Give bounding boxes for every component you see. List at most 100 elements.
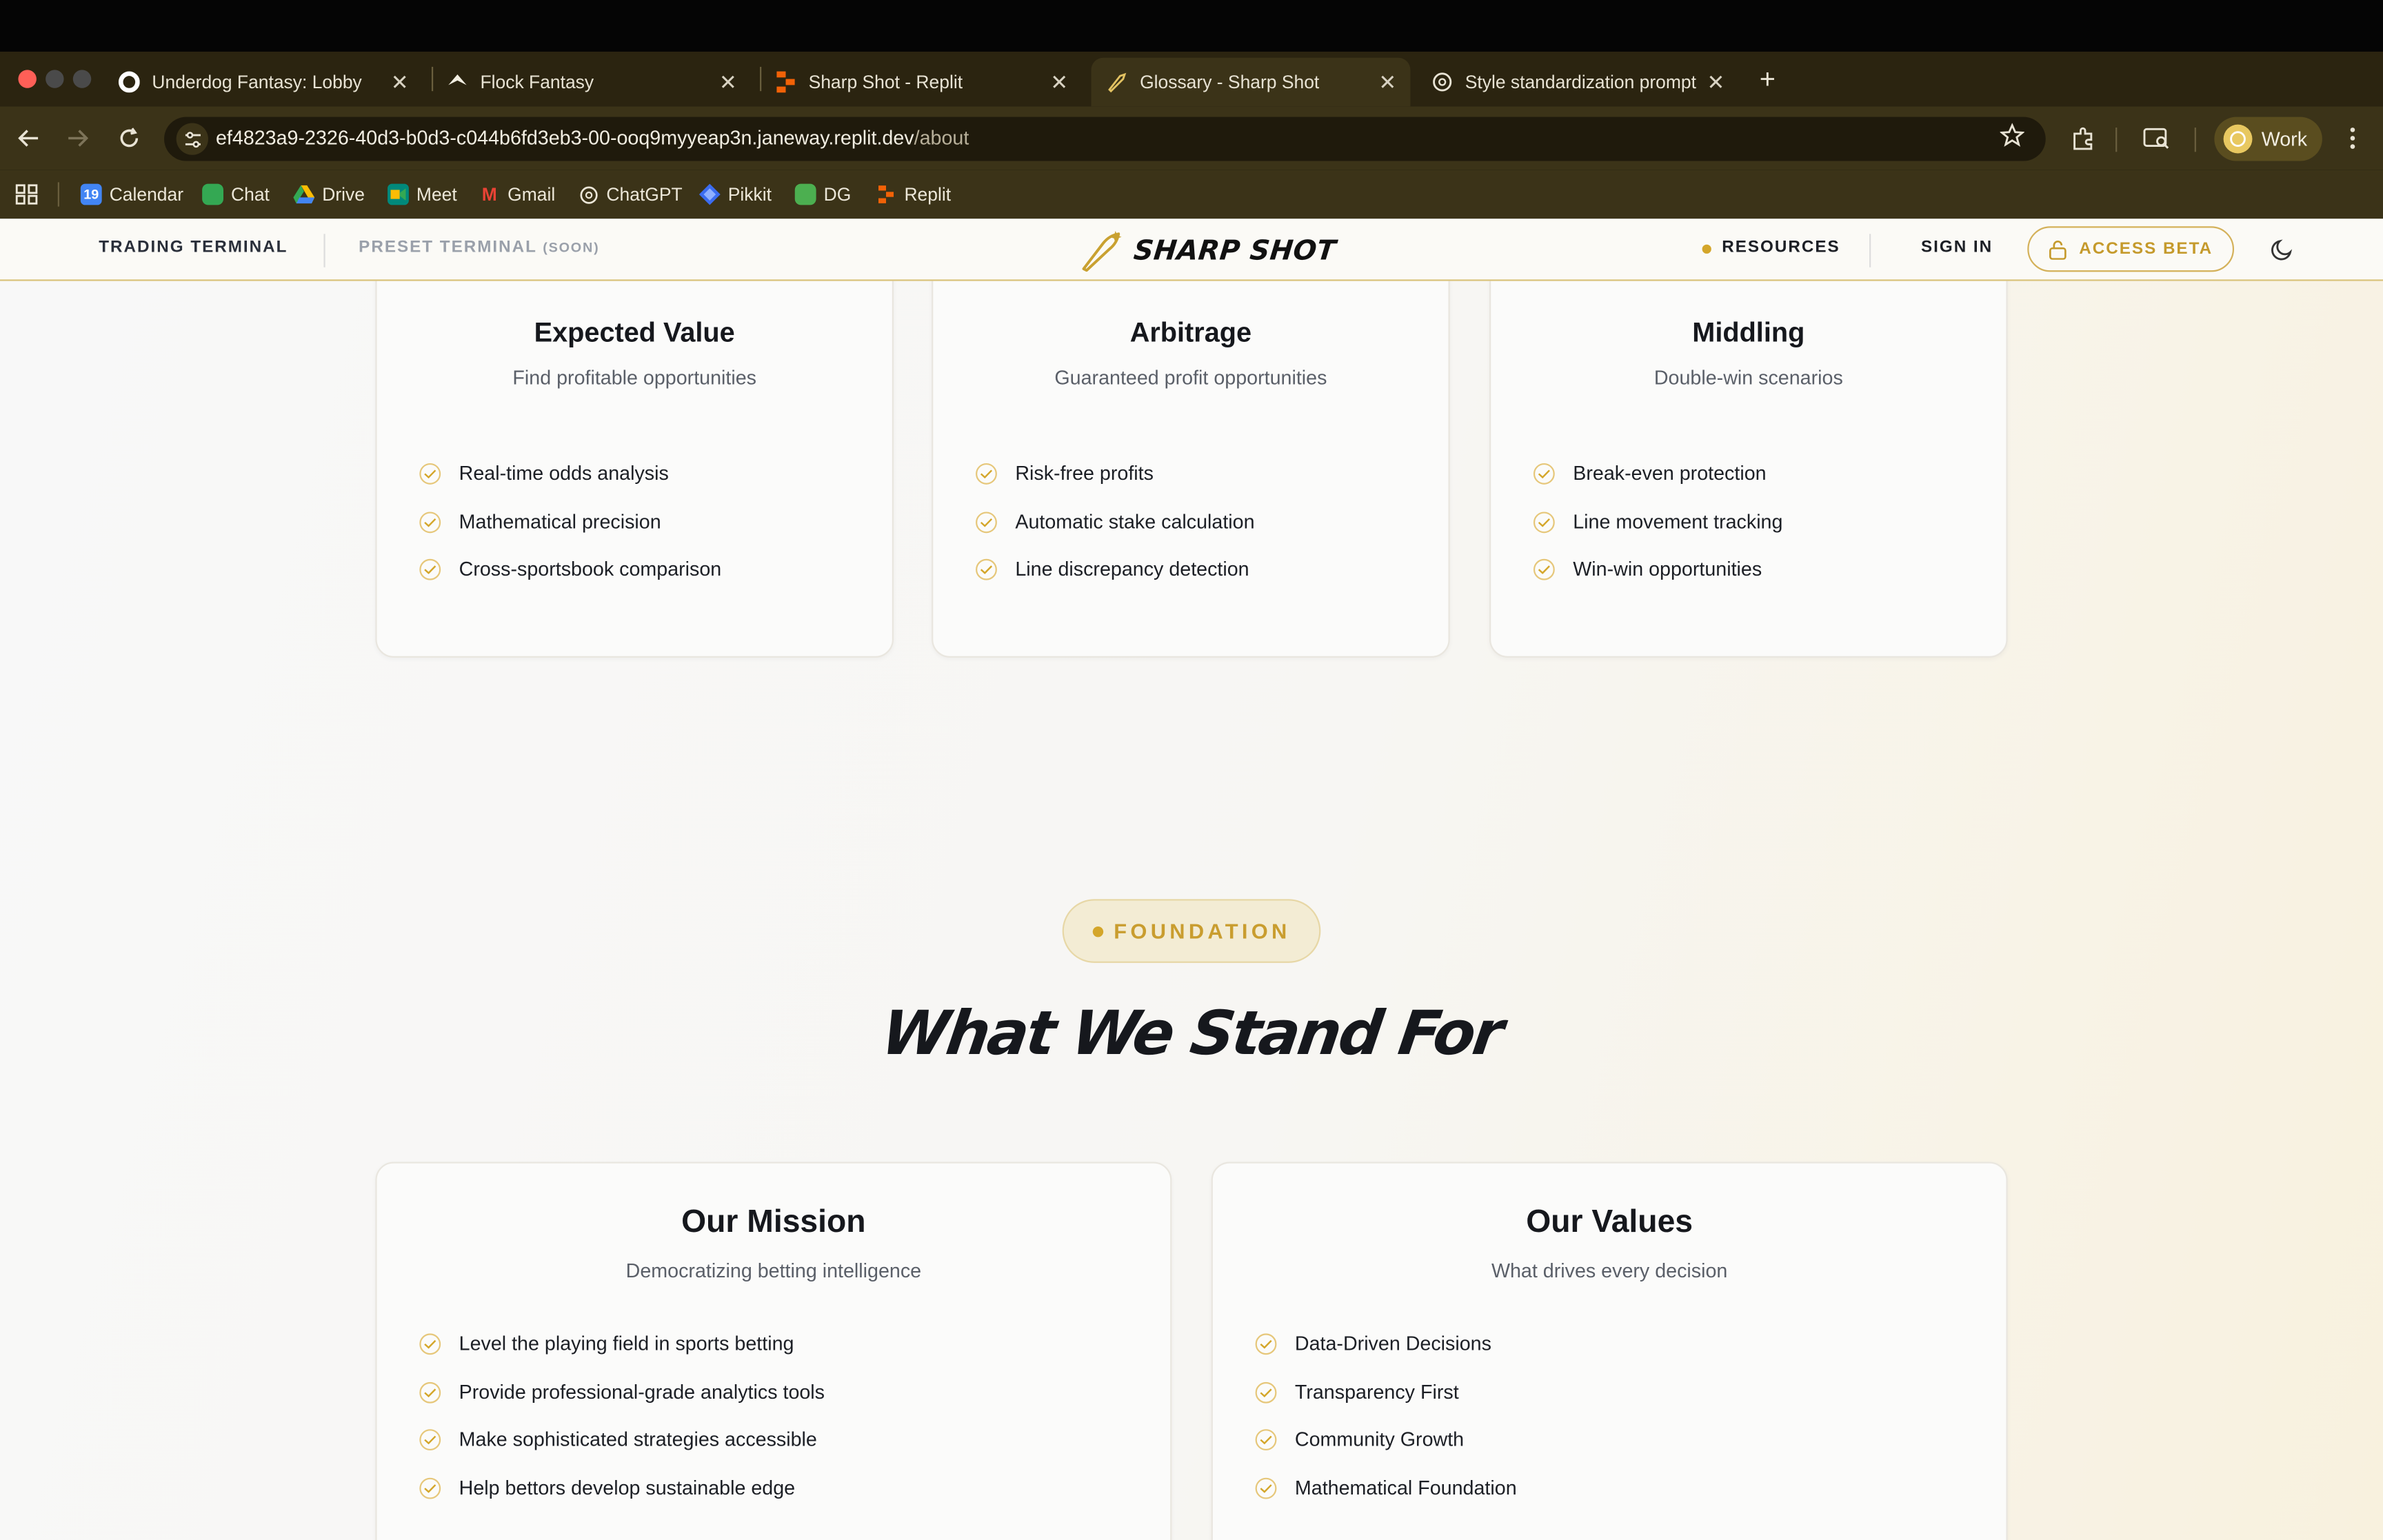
forward-button[interactable] (61, 121, 94, 154)
card-title: Expected Value (534, 317, 735, 348)
new-tab-button[interactable]: + (1754, 62, 1782, 95)
theme-toggle-moon-icon[interactable] (2271, 237, 2295, 261)
list-item: Real-time odds analysis (419, 462, 669, 485)
soon-tag: (SOON) (543, 240, 600, 256)
logo-text: SHARP SHOT (1132, 234, 1338, 267)
gmail-icon: M (481, 183, 497, 205)
tab-label: Underdog Fantasy: Lobby (152, 71, 362, 93)
access-beta-button[interactable]: ACCESS BETA (2027, 226, 2235, 272)
check-icon (419, 462, 441, 484)
check-icon (1533, 558, 1555, 580)
close-window-button[interactable] (18, 70, 37, 88)
bookmark-drive[interactable]: Drive (293, 181, 365, 208)
list-item: Level the playing field in sports bettin… (419, 1332, 794, 1355)
list-item: Transparency First (1255, 1381, 1459, 1404)
bookmark-gmail[interactable]: M Gmail (479, 181, 556, 208)
close-tab-icon[interactable]: ✕ (1702, 69, 1730, 94)
pikkit-icon (698, 183, 721, 205)
nav-divider (1869, 234, 1871, 267)
tab-label: Flock Fantasy (480, 71, 594, 93)
forward-arrow-icon (68, 130, 88, 147)
tab-sharpshot-replit[interactable]: Sharp Shot - Replit ✕ (760, 58, 1082, 107)
reload-button[interactable] (112, 121, 145, 154)
bookmark-replit[interactable]: Replit (876, 181, 952, 208)
url-host: ef4823a9-2326-40d3-b0d3-c044b6fd3eb3-00-… (215, 125, 914, 149)
list-item: Help bettors develop sustainable edge (419, 1477, 795, 1499)
replit-icon (876, 184, 897, 205)
url-path: /about (914, 125, 969, 149)
list-item: Make sophisticated strategies accessible (419, 1428, 817, 1450)
drive-icon (293, 184, 315, 205)
calendar-icon: 19 (80, 183, 102, 205)
flock-icon (447, 72, 468, 93)
bookmark-label: Pikkit (727, 183, 772, 205)
check-icon (1255, 1381, 1277, 1403)
nav-resources[interactable]: RESOURCES (1722, 239, 1840, 256)
bookmark-calendar[interactable]: 19 Calendar (80, 181, 183, 208)
check-icon (1533, 462, 1555, 484)
lock-icon (2049, 239, 2067, 259)
bookmark-label: Meet (416, 183, 457, 205)
bookmark-dg[interactable]: DG (794, 181, 851, 208)
tab-label: Sharp Shot - Replit (808, 71, 963, 93)
check-icon (1255, 1477, 1277, 1499)
tab-label: Style standardization prompt (1465, 71, 1696, 93)
window-top-bar (0, 0, 2383, 52)
check-icon (419, 1428, 441, 1450)
list-item: Automatic stake calculation (976, 510, 1255, 533)
bookmark-chatgpt[interactable]: ChatGPT (578, 181, 683, 208)
apps-grid-icon[interactable] (15, 181, 39, 208)
address-bar[interactable]: ef4823a9-2326-40d3-b0d3-c044b6fd3eb3-00-… (164, 116, 2046, 161)
site-settings-icon[interactable] (176, 123, 208, 155)
bookmark-star-icon[interactable] (1999, 123, 2025, 154)
foundation-badge: FOUNDATION (1062, 899, 1321, 963)
close-tab-icon[interactable]: ✕ (1374, 69, 1402, 94)
bookmarks-divider (57, 182, 59, 207)
list-item: Data-Driven Decisions (1255, 1332, 1491, 1355)
sharpshot-icon (1107, 72, 1128, 93)
bookmark-pikkit[interactable]: Pikkit (698, 181, 772, 208)
reload-icon (120, 128, 139, 148)
dg-icon (794, 183, 816, 205)
toolbar-divider (2115, 128, 2118, 152)
bookmark-meet[interactable]: Meet (388, 181, 457, 208)
profile-button[interactable]: Work (2214, 116, 2322, 161)
site-logo[interactable]: SHARP SHOT (1079, 227, 1338, 273)
list-item: Break-even protection (1533, 462, 1767, 485)
tab-search-icon[interactable] (2140, 121, 2173, 154)
close-tab-icon[interactable]: ✕ (386, 69, 414, 94)
bookmark-label: Replit (904, 183, 952, 205)
close-tab-icon[interactable]: ✕ (1045, 69, 1073, 94)
tab-flock[interactable]: Flock Fantasy ✕ (432, 58, 751, 107)
access-beta-label: ACCESS BETA (2079, 240, 2213, 259)
nav-trading-terminal[interactable]: TRADING TERMINAL (99, 239, 288, 256)
check-icon (419, 1333, 441, 1355)
close-tab-icon[interactable]: ✕ (714, 69, 742, 94)
tab-glossary-active[interactable]: Glossary - Sharp Shot ✕ (1091, 57, 1411, 107)
tab-underdog[interactable]: Underdog Fantasy: Lobby ✕ (103, 58, 423, 107)
site-navbar: TRADING TERMINAL PRESET TERMINAL (SOON) … (0, 219, 2383, 281)
bookmark-chat[interactable]: Chat (202, 181, 270, 208)
list-item: Mathematical precision (419, 510, 661, 533)
bookmark-label: ChatGPT (606, 183, 683, 205)
check-icon (1533, 511, 1555, 533)
card-title: Our Mission (681, 1204, 866, 1239)
nav-sign-in[interactable]: SIGN IN (1921, 239, 1993, 256)
card-subtitle: Democratizing betting intelligence (625, 1259, 922, 1282)
back-button[interactable] (12, 121, 46, 154)
underdog-icon (118, 71, 140, 93)
browser-menu-icon[interactable] (2336, 121, 2369, 154)
nav-preset-label: PRESET TERMINAL (359, 238, 537, 257)
card-subtitle: Double-win scenarios (1653, 365, 1843, 389)
list-item: Win-win opportunities (1533, 558, 1762, 580)
zoom-window-button[interactable] (72, 70, 92, 88)
minimize-window-button[interactable] (46, 70, 64, 88)
url-text: ef4823a9-2326-40d3-b0d3-c044b6fd3eb3-00-… (216, 126, 969, 149)
check-icon (976, 558, 997, 580)
tab-style-prompt[interactable]: Style standardization prompt ✕ (1416, 58, 1738, 107)
meet-icon (388, 183, 409, 205)
extensions-icon[interactable] (2067, 121, 2100, 154)
values-card: Our Values What drives every decision Da… (1211, 1162, 2008, 1540)
chatgpt-icon (1431, 72, 1453, 93)
page-content: Expected Value Find profitable opportuni… (0, 219, 2383, 1540)
